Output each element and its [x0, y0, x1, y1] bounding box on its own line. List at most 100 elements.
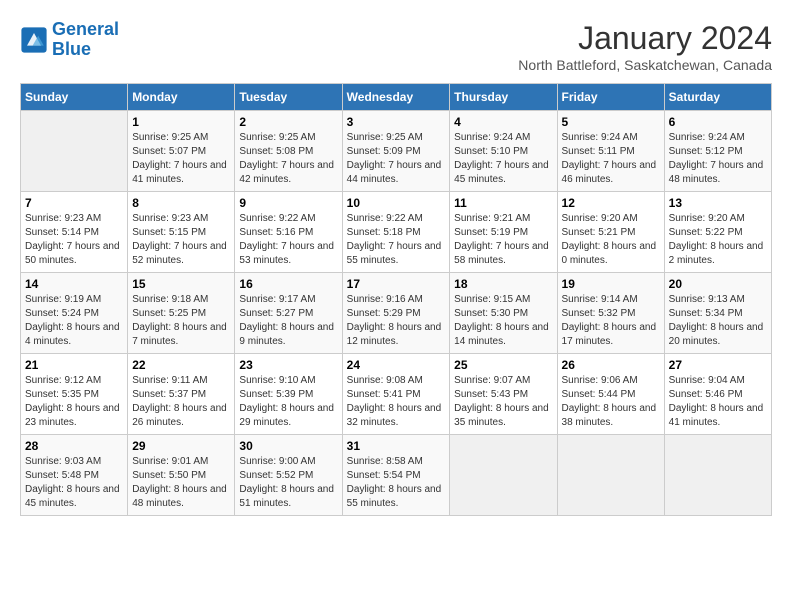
table-row: 16 Sunrise: 9:17 AMSunset: 5:27 PMDaylig…	[235, 273, 342, 354]
day-number: 16	[239, 277, 337, 291]
logo-line2: Blue	[52, 39, 91, 59]
day-number: 24	[347, 358, 446, 372]
table-row: 5 Sunrise: 9:24 AMSunset: 5:11 PMDayligh…	[557, 111, 664, 192]
day-info: Sunrise: 9:16 AMSunset: 5:29 PMDaylight:…	[347, 293, 446, 349]
calendar-week-row: 21 Sunrise: 9:12 AMSunset: 5:35 PMDaylig…	[21, 354, 772, 435]
table-row: 25 Sunrise: 9:07 AMSunset: 5:43 PMDaylig…	[450, 354, 557, 435]
logo-icon	[20, 26, 48, 54]
table-row: 26 Sunrise: 9:06 AMSunset: 5:44 PMDaylig…	[557, 354, 664, 435]
day-number: 3	[347, 115, 446, 129]
title-area: January 2024 North Battleford, Saskatche…	[518, 20, 772, 73]
logo-text: General Blue	[52, 20, 119, 60]
day-number: 6	[669, 115, 767, 129]
day-info: Sunrise: 9:22 AMSunset: 5:16 PMDaylight:…	[239, 212, 337, 268]
day-number: 17	[347, 277, 446, 291]
header-saturday: Saturday	[664, 84, 771, 111]
table-row: 3 Sunrise: 9:25 AMSunset: 5:09 PMDayligh…	[342, 111, 450, 192]
logo-line1: General	[52, 19, 119, 39]
day-number: 4	[454, 115, 552, 129]
table-row: 27 Sunrise: 9:04 AMSunset: 5:46 PMDaylig…	[664, 354, 771, 435]
day-number: 20	[669, 277, 767, 291]
day-info: Sunrise: 9:06 AMSunset: 5:44 PMDaylight:…	[562, 374, 660, 430]
day-info: Sunrise: 9:07 AMSunset: 5:43 PMDaylight:…	[454, 374, 552, 430]
day-number: 7	[25, 196, 123, 210]
table-row	[21, 111, 128, 192]
day-number: 23	[239, 358, 337, 372]
table-row: 15 Sunrise: 9:18 AMSunset: 5:25 PMDaylig…	[128, 273, 235, 354]
day-info: Sunrise: 9:20 AMSunset: 5:22 PMDaylight:…	[669, 212, 767, 268]
table-row: 9 Sunrise: 9:22 AMSunset: 5:16 PMDayligh…	[235, 192, 342, 273]
table-row: 30 Sunrise: 9:00 AMSunset: 5:52 PMDaylig…	[235, 435, 342, 516]
day-info: Sunrise: 9:23 AMSunset: 5:14 PMDaylight:…	[25, 212, 123, 268]
day-number: 11	[454, 196, 552, 210]
table-row: 11 Sunrise: 9:21 AMSunset: 5:19 PMDaylig…	[450, 192, 557, 273]
table-row: 4 Sunrise: 9:24 AMSunset: 5:10 PMDayligh…	[450, 111, 557, 192]
day-info: Sunrise: 9:24 AMSunset: 5:10 PMDaylight:…	[454, 131, 552, 187]
header-wednesday: Wednesday	[342, 84, 450, 111]
day-number: 29	[132, 439, 230, 453]
day-info: Sunrise: 9:04 AMSunset: 5:46 PMDaylight:…	[669, 374, 767, 430]
day-number: 13	[669, 196, 767, 210]
weekday-header-row: Sunday Monday Tuesday Wednesday Thursday…	[21, 84, 772, 111]
table-row: 21 Sunrise: 9:12 AMSunset: 5:35 PMDaylig…	[21, 354, 128, 435]
table-row: 17 Sunrise: 9:16 AMSunset: 5:29 PMDaylig…	[342, 273, 450, 354]
table-row: 20 Sunrise: 9:13 AMSunset: 5:34 PMDaylig…	[664, 273, 771, 354]
calendar-week-row: 28 Sunrise: 9:03 AMSunset: 5:48 PMDaylig…	[21, 435, 772, 516]
day-info: Sunrise: 9:17 AMSunset: 5:27 PMDaylight:…	[239, 293, 337, 349]
day-info: Sunrise: 9:13 AMSunset: 5:34 PMDaylight:…	[669, 293, 767, 349]
table-row	[450, 435, 557, 516]
day-info: Sunrise: 9:20 AMSunset: 5:21 PMDaylight:…	[562, 212, 660, 268]
table-row: 24 Sunrise: 9:08 AMSunset: 5:41 PMDaylig…	[342, 354, 450, 435]
day-info: Sunrise: 9:21 AMSunset: 5:19 PMDaylight:…	[454, 212, 552, 268]
header-sunday: Sunday	[21, 84, 128, 111]
day-number: 5	[562, 115, 660, 129]
day-info: Sunrise: 9:24 AMSunset: 5:12 PMDaylight:…	[669, 131, 767, 187]
day-number: 30	[239, 439, 337, 453]
day-number: 9	[239, 196, 337, 210]
header-friday: Friday	[557, 84, 664, 111]
day-number: 12	[562, 196, 660, 210]
table-row: 8 Sunrise: 9:23 AMSunset: 5:15 PMDayligh…	[128, 192, 235, 273]
table-row: 6 Sunrise: 9:24 AMSunset: 5:12 PMDayligh…	[664, 111, 771, 192]
day-number: 19	[562, 277, 660, 291]
calendar-week-row: 14 Sunrise: 9:19 AMSunset: 5:24 PMDaylig…	[21, 273, 772, 354]
day-info: Sunrise: 9:10 AMSunset: 5:39 PMDaylight:…	[239, 374, 337, 430]
table-row: 12 Sunrise: 9:20 AMSunset: 5:21 PMDaylig…	[557, 192, 664, 273]
table-row: 19 Sunrise: 9:14 AMSunset: 5:32 PMDaylig…	[557, 273, 664, 354]
table-row: 1 Sunrise: 9:25 AMSunset: 5:07 PMDayligh…	[128, 111, 235, 192]
day-number: 21	[25, 358, 123, 372]
day-info: Sunrise: 9:01 AMSunset: 5:50 PMDaylight:…	[132, 455, 230, 511]
header-tuesday: Tuesday	[235, 84, 342, 111]
day-info: Sunrise: 9:23 AMSunset: 5:15 PMDaylight:…	[132, 212, 230, 268]
day-info: Sunrise: 9:15 AMSunset: 5:30 PMDaylight:…	[454, 293, 552, 349]
day-number: 18	[454, 277, 552, 291]
day-number: 28	[25, 439, 123, 453]
table-row: 23 Sunrise: 9:10 AMSunset: 5:39 PMDaylig…	[235, 354, 342, 435]
logo: General Blue	[20, 20, 119, 60]
day-info: Sunrise: 9:14 AMSunset: 5:32 PMDaylight:…	[562, 293, 660, 349]
table-row: 13 Sunrise: 9:20 AMSunset: 5:22 PMDaylig…	[664, 192, 771, 273]
day-info: Sunrise: 9:24 AMSunset: 5:11 PMDaylight:…	[562, 131, 660, 187]
table-row: 2 Sunrise: 9:25 AMSunset: 5:08 PMDayligh…	[235, 111, 342, 192]
day-number: 10	[347, 196, 446, 210]
day-number: 25	[454, 358, 552, 372]
day-info: Sunrise: 9:25 AMSunset: 5:09 PMDaylight:…	[347, 131, 446, 187]
location-subtitle: North Battleford, Saskatchewan, Canada	[518, 57, 772, 73]
table-row: 31 Sunrise: 8:58 AMSunset: 5:54 PMDaylig…	[342, 435, 450, 516]
table-row: 22 Sunrise: 9:11 AMSunset: 5:37 PMDaylig…	[128, 354, 235, 435]
table-row: 29 Sunrise: 9:01 AMSunset: 5:50 PMDaylig…	[128, 435, 235, 516]
day-info: Sunrise: 9:18 AMSunset: 5:25 PMDaylight:…	[132, 293, 230, 349]
table-row: 28 Sunrise: 9:03 AMSunset: 5:48 PMDaylig…	[21, 435, 128, 516]
calendar-week-row: 7 Sunrise: 9:23 AMSunset: 5:14 PMDayligh…	[21, 192, 772, 273]
day-number: 15	[132, 277, 230, 291]
table-row: 10 Sunrise: 9:22 AMSunset: 5:18 PMDaylig…	[342, 192, 450, 273]
day-number: 14	[25, 277, 123, 291]
table-row	[664, 435, 771, 516]
day-info: Sunrise: 9:19 AMSunset: 5:24 PMDaylight:…	[25, 293, 123, 349]
calendar-table: Sunday Monday Tuesday Wednesday Thursday…	[20, 83, 772, 516]
day-info: Sunrise: 9:08 AMSunset: 5:41 PMDaylight:…	[347, 374, 446, 430]
day-number: 8	[132, 196, 230, 210]
page-header: General Blue January 2024 North Battlefo…	[20, 20, 772, 73]
header-monday: Monday	[128, 84, 235, 111]
day-info: Sunrise: 8:58 AMSunset: 5:54 PMDaylight:…	[347, 455, 446, 511]
